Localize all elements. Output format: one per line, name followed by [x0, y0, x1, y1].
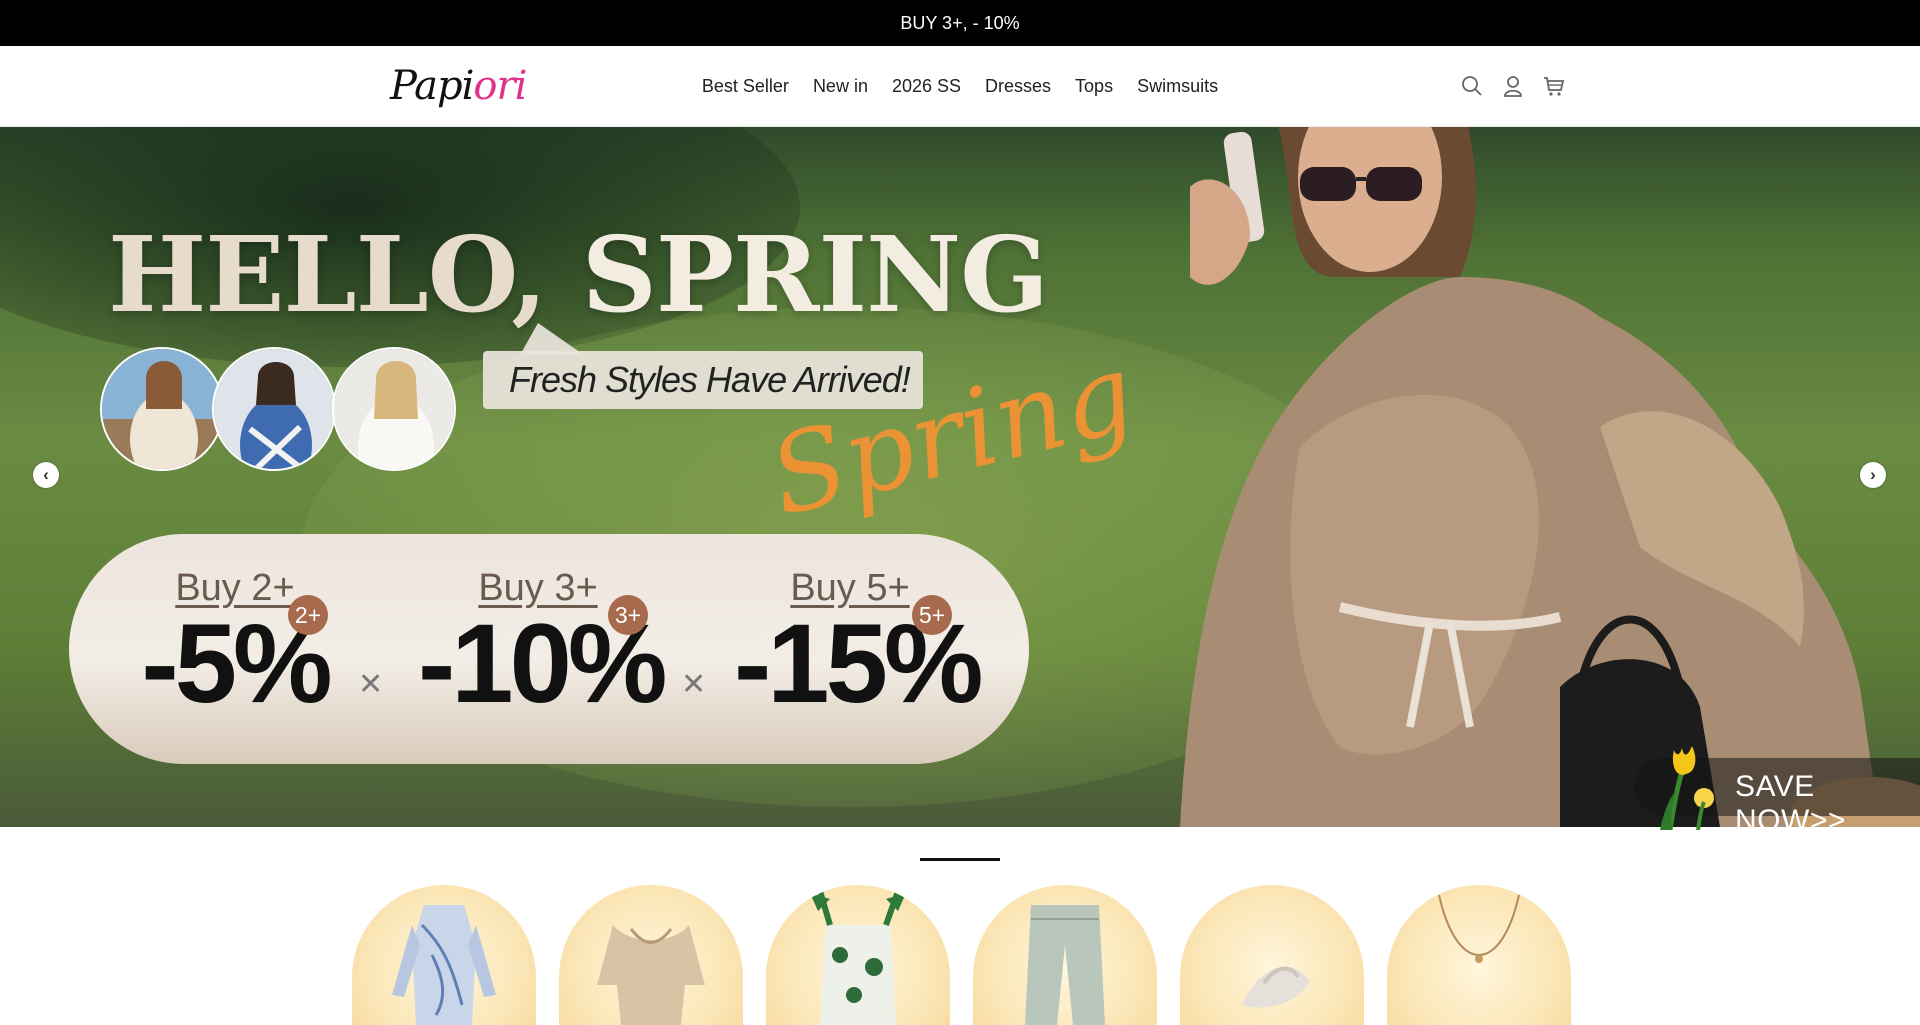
- separator-icon: ✕: [358, 668, 384, 701]
- offer-tag-3: 5+: [912, 595, 952, 635]
- headline-hello: HELLO,: [108, 213, 547, 336]
- model-thumbnail-2: [212, 347, 336, 471]
- nav-swimsuits[interactable]: Swimsuits: [1137, 76, 1218, 97]
- model-thumbnail-1: [100, 347, 224, 471]
- category-card-jewelry[interactable]: [1387, 885, 1571, 1025]
- category-card-dress[interactable]: [352, 885, 536, 1025]
- hero-headline: HELLO, SPRING: [108, 213, 1049, 336]
- logo-text: Papi: [390, 63, 474, 109]
- nav-new-in[interactable]: New in: [813, 76, 868, 97]
- cart-icon[interactable]: [1540, 68, 1567, 104]
- carousel-prev-button[interactable]: ‹: [33, 462, 59, 488]
- model-photo: [1180, 127, 1920, 827]
- main-nav: Best Seller New in 2026 SS Dresses Tops …: [0, 46, 1920, 127]
- account-icon[interactable]: [1499, 68, 1526, 104]
- category-card-top[interactable]: [559, 885, 743, 1025]
- hero-banner[interactable]: HELLO, SPRING Fresh Styles Have Arrived!…: [0, 127, 1920, 827]
- logo-accent: ori: [473, 63, 527, 109]
- carousel-next-button[interactable]: ›: [1860, 462, 1886, 488]
- announcement-bar: BUY 3+, - 10%: [0, 0, 1920, 46]
- save-now-label[interactable]: SAVE NOW>>: [1735, 770, 1920, 838]
- nav-dresses[interactable]: Dresses: [985, 76, 1051, 97]
- offer-tier-2: Buy 3+ -10%: [418, 567, 667, 720]
- tulip-icon: [1660, 746, 1714, 830]
- category-row: [352, 885, 1571, 1025]
- nav-2026-ss[interactable]: 2026 SS: [892, 76, 961, 97]
- category-card-sandals[interactable]: [1180, 885, 1364, 1025]
- subheadline: Fresh Styles Have Arrived!: [509, 359, 911, 400]
- model-thumbnail-3: [332, 347, 456, 471]
- category-card-sundress[interactable]: [766, 885, 950, 1025]
- nav-best-seller[interactable]: Best Seller: [702, 76, 789, 97]
- offer-tier-3: Buy 5+ -15%: [734, 567, 983, 720]
- offer-tag-1: 2+: [288, 595, 328, 635]
- brand-logo[interactable]: Papi ori: [390, 56, 527, 116]
- separator-icon: ✕: [681, 668, 707, 701]
- announcement-text: BUY 3+, - 10%: [900, 12, 1020, 33]
- headline-spring: SPRING: [581, 213, 1049, 336]
- category-card-pants[interactable]: [973, 885, 1157, 1025]
- nav-tops[interactable]: Tops: [1075, 76, 1113, 97]
- offer-tag-2: 3+: [608, 595, 648, 635]
- offer-tier-1: Buy 2+ -5%: [140, 567, 332, 720]
- site-header: Papi ori Best Seller New in 2026 SS Dress…: [0, 46, 1920, 127]
- header-icons: [1458, 68, 1567, 104]
- search-icon[interactable]: [1458, 68, 1485, 104]
- section-divider: [920, 858, 1000, 861]
